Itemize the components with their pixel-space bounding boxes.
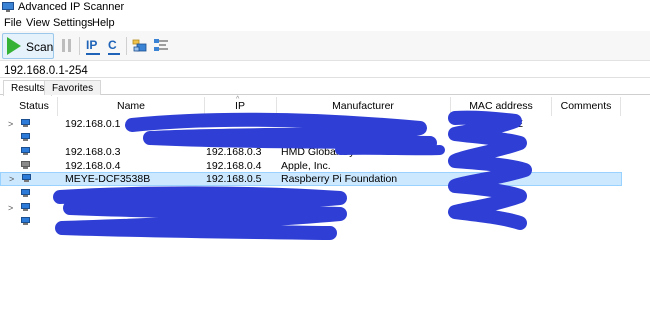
table-row[interactable]: 192.168.0.3 192.168.0.3 HMD Global Oy	[0, 145, 622, 159]
menu-settings[interactable]: Settings	[53, 17, 93, 29]
table-row[interactable]: 192.168.0.4 192.168.0.4 Apple, Inc.	[0, 159, 622, 173]
computer-status-icon	[21, 189, 30, 198]
row-name: 192.168.0.4	[65, 160, 121, 172]
network-tree-icon[interactable]	[153, 38, 169, 53]
results-table: Status Name ^ IP Manufacturer MAC addres…	[0, 96, 650, 323]
table-row[interactable]: >	[0, 201, 622, 215]
row-ip: 192	[206, 118, 224, 130]
row-mac: E	[516, 118, 524, 130]
window-title: Advanced IP Scanner	[18, 1, 125, 13]
class-c-subnet-icon[interactable]: C	[108, 38, 120, 55]
row-ip: 192.168.0.3	[206, 146, 262, 158]
column-header-status[interactable]: Status	[14, 100, 54, 113]
column-header-name[interactable]: Name	[57, 100, 205, 113]
computer-status-icon	[21, 203, 30, 212]
row-ip: 192.168.0.5	[206, 173, 262, 185]
computer-status-icon	[21, 133, 30, 142]
row-ip: 192.168.0.4	[206, 160, 262, 172]
ip-range-value: 192.168.0.1-254	[4, 65, 88, 77]
column-header-mac[interactable]: MAC address	[450, 100, 552, 113]
row-name: 192.168.0.3	[65, 146, 121, 158]
column-header-manufacturer[interactable]: Manufacturer	[276, 100, 450, 113]
menu-bar: File View Settings Help	[0, 16, 650, 31]
title-bar: Advanced IP Scanner	[0, 0, 650, 16]
toolbar-separator	[126, 37, 127, 55]
table-row[interactable]: > 192.168.0.1 192 D-Link International E	[0, 117, 622, 131]
row-manufacturer: Apple, Inc.	[281, 160, 331, 172]
row-manufacturer: D-Link International	[281, 118, 373, 130]
row-name: MEYE-DCF3538B	[65, 173, 151, 185]
scan-button-label: Scan	[26, 40, 54, 54]
pause-button[interactable]	[62, 39, 72, 52]
toolbar-separator	[79, 37, 80, 55]
row-ip: 192.168.0.6	[206, 188, 262, 200]
ip-range-icon[interactable]: IP	[86, 38, 100, 55]
expand-chevron-icon[interactable]: >	[8, 203, 13, 213]
menu-view[interactable]: View	[26, 17, 50, 29]
menu-help[interactable]: Help	[92, 17, 115, 29]
computer-status-icon	[21, 161, 30, 170]
tab-bar: Results Favorites	[0, 80, 650, 96]
column-header-ip[interactable]: IP	[204, 100, 276, 113]
row-name: 192.168.0.1	[65, 118, 121, 130]
table-row-selected[interactable]: > MEYE-DCF3538B 192.168.0.5 Raspberry Pi…	[0, 172, 622, 186]
scan-button[interactable]: Scan	[2, 33, 54, 59]
ip-range-input[interactable]: 192.168.0.1-254	[0, 62, 650, 78]
play-icon	[7, 37, 21, 55]
computer-status-icon	[21, 147, 30, 156]
row-manufacturer: Raspberry Pi Foundation	[281, 173, 398, 185]
row-manufacturer: HMD Global Oy	[281, 146, 355, 158]
computer-status-icon	[21, 217, 30, 226]
table-row[interactable]	[0, 215, 622, 229]
app-icon	[2, 2, 14, 12]
expand-chevron-icon[interactable]: >	[8, 119, 13, 129]
table-row[interactable]: 192.168.0.6 192.168.0.6 E	[0, 187, 622, 201]
computer-status-icon	[21, 119, 30, 128]
menu-file[interactable]: File	[4, 17, 22, 29]
expand-chevron-icon[interactable]: >	[9, 174, 14, 184]
computer-status-icon	[22, 174, 31, 183]
row-manufacturer: E	[281, 188, 289, 200]
folder-icon[interactable]	[132, 38, 148, 53]
table-row[interactable]	[0, 131, 622, 145]
column-header-comments[interactable]: Comments	[551, 100, 621, 113]
tab-favorites[interactable]: Favorites	[44, 80, 102, 95]
toolbar: Scan IP C	[0, 31, 650, 61]
row-name: 192.168.0.6	[65, 188, 121, 200]
